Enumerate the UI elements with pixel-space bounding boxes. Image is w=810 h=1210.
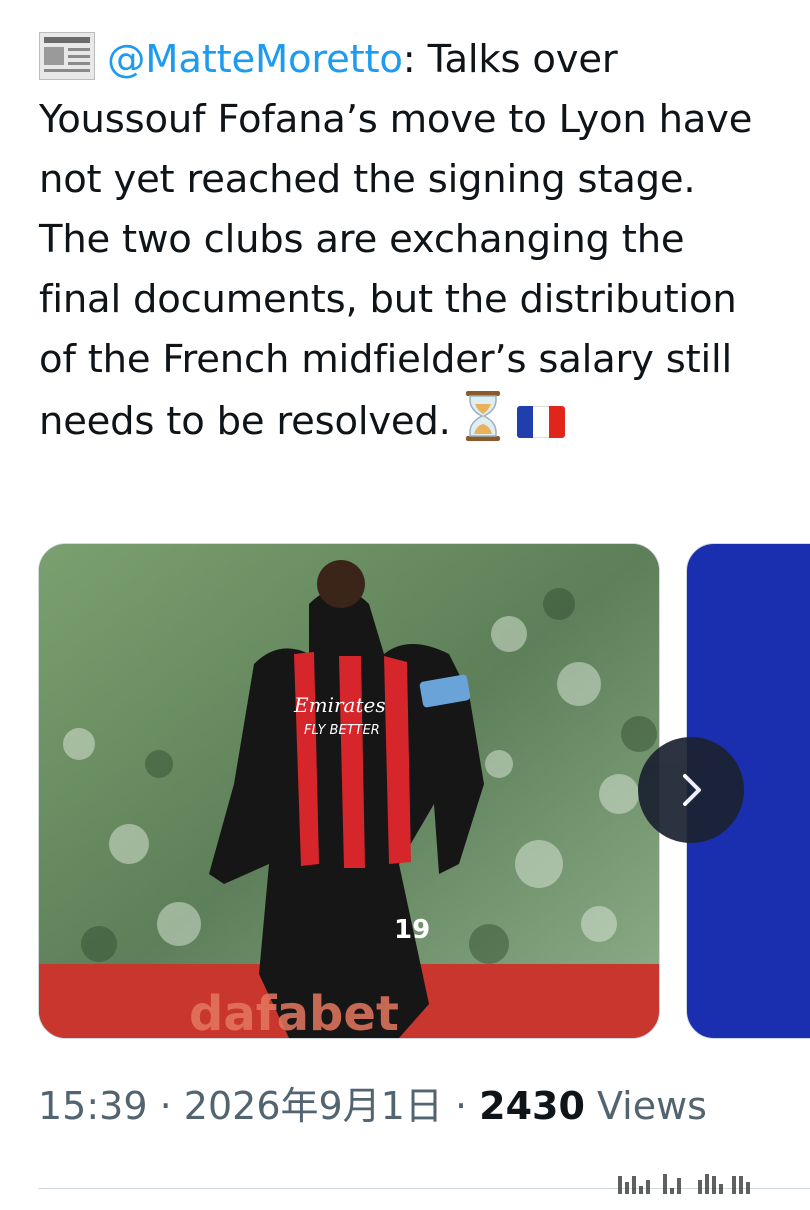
board-text: dafabet bbox=[189, 986, 399, 1038]
hourglass-icon bbox=[463, 390, 503, 442]
meta-separator: · bbox=[454, 1084, 468, 1128]
newspaper-icon bbox=[39, 32, 95, 80]
views-count: 2430 bbox=[479, 1084, 585, 1128]
tweet-time[interactable]: 15:39 bbox=[38, 1084, 148, 1128]
shirt-number: 19 bbox=[394, 915, 430, 945]
tweet-meta: 15:39 · 2026年9月1日 · 2430 Views bbox=[38, 1078, 707, 1134]
media-carousel[interactable]: Emirates FLY BETTER 19 dafabet bbox=[38, 543, 810, 1039]
views-label: Views bbox=[597, 1084, 707, 1128]
watermark-barcode-icon bbox=[618, 1170, 788, 1194]
france-flag-icon bbox=[516, 406, 565, 438]
carousel-next-button[interactable] bbox=[638, 737, 744, 843]
tweet-date[interactable]: 2026年9月1日 bbox=[184, 1084, 443, 1128]
sponsor-tagline: FLY BETTER bbox=[304, 723, 380, 738]
mention-link[interactable]: @MatteMoretto bbox=[107, 37, 403, 82]
tweet-body: : Talks over Youssouf Fofana’s move to L… bbox=[39, 37, 753, 444]
media-image-1[interactable]: Emirates FLY BETTER 19 dafabet bbox=[38, 543, 660, 1039]
meta-separator: · bbox=[159, 1084, 172, 1128]
chevron-right-icon bbox=[683, 774, 701, 806]
sponsor-text: Emirates bbox=[293, 693, 386, 717]
tweet-text: @MatteMoretto: Talks over Youssouf Fofan… bbox=[39, 30, 774, 452]
